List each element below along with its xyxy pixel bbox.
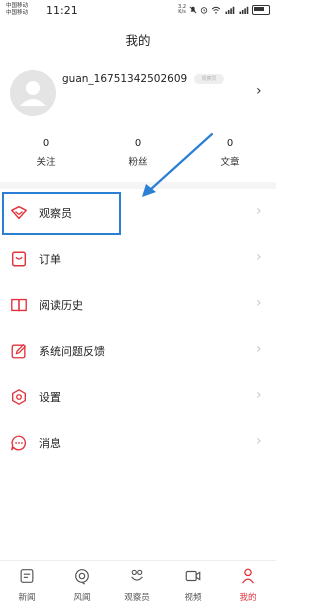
tab-observer[interactable]: 观察员: [110, 567, 164, 603]
video-icon: [185, 570, 201, 582]
annotation-arrow: [142, 132, 214, 197]
tab-video[interactable]: 视频: [166, 567, 220, 603]
tab-label: 风闻: [73, 593, 91, 603]
tab-news[interactable]: 新闻: [0, 567, 54, 603]
profile-icon: [242, 568, 254, 584]
observer-tab-icon: [131, 569, 143, 581]
bottom-tab-bar: 新闻 风闻 观察员 视频 我的: [0, 560, 276, 603]
tab-label: 视频: [184, 593, 202, 603]
tab-label: 观察员: [124, 593, 150, 603]
news-icon: [20, 569, 34, 583]
tab-label: 新闻: [18, 593, 36, 603]
fengwen-icon: [75, 569, 89, 585]
tab-fengwen[interactable]: 风闻: [55, 567, 109, 603]
tab-me[interactable]: 我的: [221, 567, 275, 603]
tab-label: 我的: [239, 593, 257, 603]
